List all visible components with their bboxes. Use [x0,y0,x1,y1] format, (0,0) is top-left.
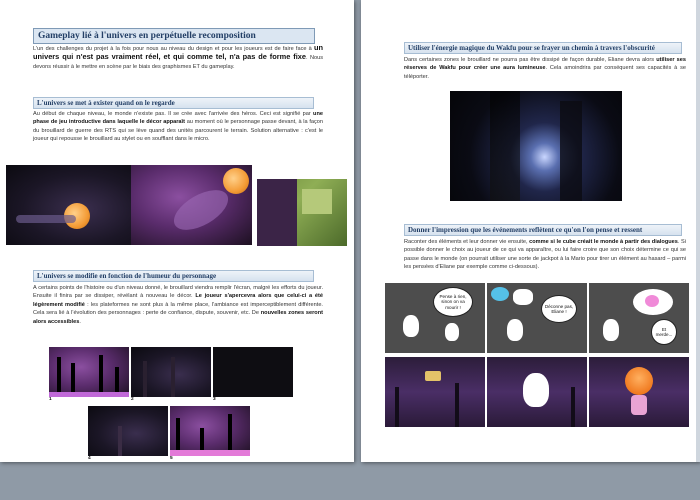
screenshot-touch-2 [131,165,252,245]
section-heading-regard: L'univers se met à exister quand on le r… [33,97,314,109]
section-evenements-text-b: comme si le cube créait le monde à parti… [529,239,678,245]
page-title: Gameplay lié à l'univers en perpétuelle … [33,28,315,44]
character-figure [507,319,523,341]
comic-panel-5 [487,357,587,427]
ghost-character [523,373,549,407]
screenshot-zelda-style [257,179,347,246]
section-regard-text-a: Au début de chaque niveau, le monde n'ex… [33,111,311,117]
comic-panel-2: Déconne pas, Eliane ! [487,283,587,353]
screenshot-wakfu-aura [450,91,622,201]
section-evenements-text-a: Raconter des éléments et leur donner vie… [404,239,528,245]
section-evenements-paragraph: Raconter des éléments et leur donner vie… [404,238,686,272]
comic-panel-1: Pense à rien, sinon on va mourir ! [385,283,485,353]
sequence-image-3 [213,347,293,397]
sequence-number: 3 [213,397,216,402]
section-regard-paragraph: Au début de chaque niveau, le monde n'ex… [33,110,323,144]
comic-panel-3: Et merde... [589,283,689,353]
section-wakfu-text-a: Dans certaines zones le brouillard ne po… [404,57,655,63]
thought-bubble-icon [491,287,509,301]
character-figure [603,319,619,341]
section-heading-wakfu: Utiliser l'énergie magique du Wakfu pour… [404,42,682,54]
sequence-image-5 [170,406,250,456]
vertical-scrollbar[interactable] [696,0,700,462]
speech-bubble-1: Pense à rien, sinon on va mourir ! [433,287,473,317]
speech-bubble-3: Et merde... [651,319,677,345]
eliane-character [625,367,653,395]
finger-swipe-icon [223,168,249,194]
sequence-number: 5 [170,456,173,461]
speech-bubble-2: Déconne pas, Eliane ! [541,295,577,323]
sequence-number: 4 [88,456,91,461]
character-figure [403,315,419,337]
sequence-image-4 [88,406,168,456]
sequence-number: 1 [49,397,52,402]
comic-panel-6 [589,357,689,427]
document-page-right: Utiliser l'énergie magique du Wakfu pour… [361,0,700,462]
section-humeur-text-e: . [79,318,81,325]
sequence-image-2 [131,347,211,397]
sequence-image-1 [49,347,129,397]
section-humeur-paragraph: A certains points de l'histoire ou d'un … [33,284,323,326]
intro-text-1: L'un des challenges du projet à la fois … [33,46,312,52]
thought-bubble-icon [513,289,533,305]
section-wakfu-paragraph: Dans certaines zones le brouillard ne po… [404,56,686,81]
section-heading-evenements: Donner l'impression que les événements r… [404,224,682,236]
sequence-number: 2 [131,397,134,402]
screenshot-touch-1 [6,165,131,245]
heart-icon [645,295,659,307]
comic-panel-4 [385,357,485,427]
document-page-left: Gameplay lié à l'univers en perpétuelle … [0,0,354,462]
character-figure [445,323,459,341]
intro-paragraph: L'un des challenges du projet à la fois … [33,43,323,71]
section-heading-humeur: L'univers se modifie en fonction de l'hu… [33,270,314,282]
